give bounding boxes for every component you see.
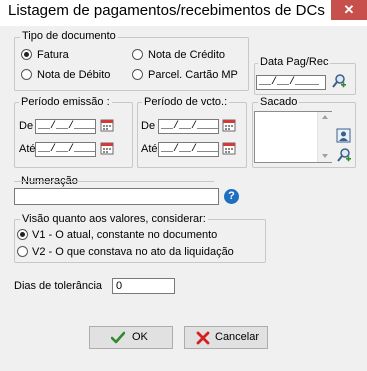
vcto-de-field[interactable]: __/__/____ xyxy=(158,119,219,134)
sacado-select-button[interactable] xyxy=(336,128,352,144)
calendar-icon xyxy=(222,119,236,132)
radio-nota-debito[interactable]: Nota de Débito xyxy=(21,69,121,82)
radio-visao-v1-label: V1 - O atual, constante no documento xyxy=(32,229,218,241)
periodo-emissao-group xyxy=(14,102,133,168)
tipo-documento-group xyxy=(14,37,249,91)
close-button[interactable]: ✕ xyxy=(331,0,367,20)
sacado-scrollbar[interactable] xyxy=(317,112,332,162)
cancel-x-icon xyxy=(196,331,210,345)
emissao-ate-field[interactable]: __/__/____ xyxy=(35,142,96,157)
radio-visao-v1-dot xyxy=(17,229,28,240)
window-title: Listagem de pagamentos/recebimentos de D… xyxy=(8,2,325,19)
radio-parcel-cartao[interactable]: Parcel. Cartão MP xyxy=(132,69,244,82)
numeracao-help-button[interactable]: ? xyxy=(224,189,239,204)
emissao-ate-calendar-button[interactable] xyxy=(100,141,115,156)
scroll-up-arrow-icon[interactable] xyxy=(322,115,328,119)
tolerancia-label: Dias de tolerância xyxy=(14,280,103,292)
emissao-de-field[interactable]: __/__/____ xyxy=(35,119,96,134)
radio-nota-credito-dot xyxy=(132,49,143,60)
radio-nota-credito-label: Nota de Crédito xyxy=(148,49,226,61)
periodo-vcto-title: Período de vcto.: xyxy=(142,96,230,108)
numeracao-field[interactable] xyxy=(14,188,219,205)
check-icon xyxy=(111,331,125,344)
tipo-documento-title: Tipo de documento xyxy=(20,30,118,42)
close-icon: ✕ xyxy=(343,2,355,17)
magnifier-add-icon xyxy=(337,148,351,162)
data-pag-rec-field[interactable]: __/__/____ xyxy=(256,75,326,90)
vcto-ate-field[interactable]: __/__/____ xyxy=(158,142,219,157)
tolerancia-field[interactable]: 0 xyxy=(112,278,175,294)
visao-title: Visão quanto aos valores, considerar: xyxy=(20,213,208,225)
data-pag-rec-title: Data Pag/Rec xyxy=(258,56,331,68)
radio-nota-credito[interactable]: Nota de Crédito xyxy=(132,49,242,62)
calendar-icon xyxy=(222,142,236,155)
radio-fatura-label: Fatura xyxy=(37,49,69,61)
radio-parcel-cartao-dot xyxy=(132,69,143,80)
radio-parcel-cartao-label: Parcel. Cartão MP xyxy=(148,69,238,81)
tolerancia-value: 0 xyxy=(116,280,123,292)
radio-visao-v1[interactable]: V1 - O atual, constante no documento xyxy=(17,229,247,242)
numeracao-frame xyxy=(14,181,214,183)
radio-nota-debito-dot xyxy=(21,69,32,80)
vcto-de-calendar-button[interactable] xyxy=(222,118,237,133)
emissao-de-calendar-button[interactable] xyxy=(100,118,115,133)
sacado-search-button[interactable] xyxy=(336,147,352,163)
radio-visao-v2-dot xyxy=(17,246,28,257)
cancel-button[interactable]: Cancelar xyxy=(184,326,268,349)
periodo-vcto-group xyxy=(137,102,247,168)
sacado-title: Sacado xyxy=(258,96,300,108)
user-search-icon xyxy=(336,128,351,143)
vcto-ate-label: Até xyxy=(141,143,158,155)
scroll-down-arrow-icon[interactable] xyxy=(322,154,328,158)
radio-fatura[interactable]: Fatura xyxy=(21,49,121,62)
help-icon: ? xyxy=(228,190,235,202)
radio-visao-v2-label: V2 - O que constava no ato da liquidação xyxy=(32,246,234,258)
ok-button[interactable]: OK xyxy=(89,326,173,349)
vcto-ate-calendar-button[interactable] xyxy=(222,141,237,156)
radio-nota-debito-label: Nota de Débito xyxy=(37,69,111,81)
calendar-icon xyxy=(100,142,114,155)
calendar-icon xyxy=(100,119,114,132)
emissao-de-label: De xyxy=(19,120,34,132)
magnifier-add-icon xyxy=(332,74,346,88)
radio-visao-v2[interactable]: V2 - O que constava no ato da liquidação xyxy=(17,246,262,259)
cancel-label: Cancelar xyxy=(215,331,260,343)
emissao-ate-label: Até xyxy=(19,143,36,155)
data-pag-rec-search-button[interactable] xyxy=(331,73,347,89)
periodo-emissao-title: Período emissão : xyxy=(19,96,112,108)
ok-label: OK xyxy=(132,331,148,343)
sacado-list[interactable] xyxy=(254,111,332,163)
radio-fatura-dot xyxy=(21,49,32,60)
vcto-de-label: De xyxy=(141,120,156,132)
